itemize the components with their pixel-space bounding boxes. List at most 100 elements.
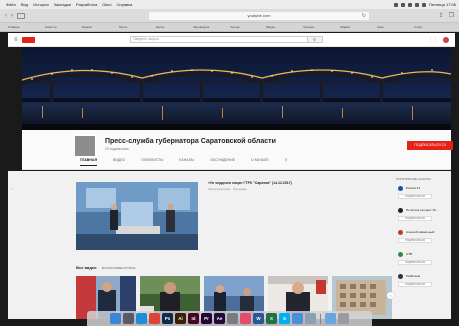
bookmark-item[interactable]: Спорт [414, 25, 451, 29]
status-icon[interactable] [394, 2, 399, 7]
word-icon[interactable]: W [253, 313, 264, 324]
bookmark-item[interactable]: Музыка [303, 25, 340, 29]
section-title-text: Все видео [76, 265, 97, 270]
aftereffects-icon[interactable]: Ae [214, 313, 225, 324]
featured-video-meta: 116 просмотров · Год назад [208, 187, 247, 191]
channel-icon[interactable] [398, 252, 403, 257]
channel-link[interactable]: Алексей Навальный [406, 230, 434, 234]
channel-icon[interactable] [398, 230, 403, 235]
bookmark-item[interactable]: Карты [156, 25, 193, 29]
channel-recommendation: ОТВ ПОДПИСАТЬСЯ [396, 251, 451, 273]
menu-item[interactable]: История [33, 2, 49, 7]
sidebar-title: ПОПУЛЯРНЫЕ КАНАЛЫ [396, 177, 431, 181]
wifi-icon[interactable] [415, 2, 420, 7]
chrome-icon[interactable] [149, 313, 160, 324]
bookmark-item[interactable]: Кино [377, 25, 414, 29]
premiere-icon[interactable]: Pr [201, 313, 212, 324]
channel-banner [22, 48, 451, 130]
menu-item[interactable]: Справка [117, 2, 133, 7]
popular-channels: ПОПУЛЯРНЫЕ КАНАЛЫ Россия 24 ПОДПИСАТЬСЯ … [396, 177, 451, 295]
tabs-icon[interactable]: ❐ [449, 12, 454, 19]
tab-about[interactable]: О КАНАЛЕ [251, 158, 269, 166]
forward-icon[interactable]: › [11, 13, 13, 19]
bookmark-item[interactable]: Почта [119, 25, 156, 29]
menu-icon[interactable]: ≡ [14, 37, 18, 43]
banner-bridge-image [22, 69, 451, 130]
subscribe-button[interactable]: ПОДПИСАТЬСЯ [398, 260, 432, 265]
status-icon[interactable] [401, 2, 406, 7]
section-title: Все видео ВОСПРОИЗВЕСТИ ВСЕ [76, 265, 135, 270]
status-icon[interactable] [408, 2, 413, 7]
channel-search-icon[interactable]: ⚲ [285, 158, 288, 166]
tab-home[interactable]: ГЛАВНАЯ [80, 158, 97, 166]
dock: Ps Ai Id Pr Ae W X S [87, 311, 372, 326]
bookmark-item[interactable]: Новости [45, 25, 82, 29]
search-icon: ⚲ [313, 37, 316, 42]
channel-recommendation: Россия 24 ПОДПИСАТЬСЯ [396, 185, 451, 207]
tab-channels[interactable]: КАНАЛЫ [179, 158, 194, 166]
subscribe-button[interactable]: ПОДПИСАТЬСЯ [398, 194, 432, 199]
avatar[interactable] [443, 36, 449, 43]
clock[interactable]: Пятница 17:06 [429, 2, 456, 7]
channel-link[interactable]: Политика сегодня: Ро... [406, 208, 439, 212]
dock-separator [320, 313, 321, 324]
subscribe-button[interactable]: ПОДПИСАТЬСЯ 23 [407, 141, 453, 150]
play-all-link[interactable]: ВОСПРОИЗВЕСТИ ВСЕ [102, 266, 136, 270]
chevron-left-icon[interactable]: ‹ [12, 186, 13, 191]
subscribe-button[interactable]: ПОДПИСАТЬСЯ [398, 282, 432, 287]
bookmark-item[interactable]: Переводчик [193, 25, 230, 29]
search-button[interactable]: ⚲ [307, 36, 323, 43]
address-bar[interactable]: youtube.com ↻ [149, 11, 369, 20]
channel-link[interactable]: PoliRussia [406, 274, 420, 278]
folder-icon[interactable] [325, 313, 336, 324]
mail-icon[interactable] [292, 313, 303, 324]
tab-discussion[interactable]: ОБСУЖДЕНИЕ [210, 158, 235, 166]
bookmark-item[interactable]: Видео [266, 25, 303, 29]
subscribe-button[interactable]: ПОДПИСАТЬСЯ [398, 216, 432, 221]
trash-icon[interactable] [338, 313, 349, 324]
share-icon[interactable]: ⇪ [439, 12, 444, 19]
battery-icon[interactable] [422, 2, 427, 7]
channel-icon[interactable] [398, 274, 403, 279]
safari-icon[interactable] [136, 313, 147, 324]
search-input[interactable]: Введите запрос [129, 36, 308, 43]
shelf-next-button[interactable]: › [387, 292, 394, 299]
excel-icon[interactable]: X [266, 313, 277, 324]
subscribe-button[interactable]: ПОДПИСАТЬСЯ [398, 238, 432, 243]
launchpad-icon[interactable] [123, 313, 134, 324]
back-icon[interactable]: ‹ [5, 13, 7, 19]
bookmark-item[interactable]: Погода [230, 25, 267, 29]
illustrator-icon[interactable]: Ai [175, 313, 186, 324]
skype-icon[interactable]: S [279, 313, 290, 324]
channel-tabs: ГЛАВНАЯ ВИДЕО ПЛЕЙЛИСТЫ КАНАЛЫ ОБСУЖДЕНИ… [80, 158, 287, 166]
tab-videos[interactable]: ВИДЕО [113, 158, 125, 166]
menu-item[interactable]: Вид [21, 2, 28, 7]
channel-link[interactable]: ОТВ [406, 252, 412, 256]
indesign-icon[interactable]: Id [188, 313, 199, 324]
menu-item[interactable]: Разработка [76, 2, 97, 7]
apps-icon[interactable]: ⋮⋮ [428, 37, 438, 43]
menu-item[interactable]: Окно [102, 2, 111, 7]
itunes-icon[interactable] [240, 313, 251, 324]
photoshop-icon[interactable]: Ps [162, 313, 173, 324]
featured-video-title[interactable]: «Ул чердного лица» ГТРК "Саратов" (14.12… [208, 181, 292, 185]
menu-item[interactable]: Закладки [54, 2, 71, 7]
channel-icon[interactable] [398, 208, 403, 213]
bookmark-item[interactable]: Маркет [340, 25, 377, 29]
settings-icon[interactable] [227, 313, 238, 324]
youtube-logo-icon[interactable] [21, 36, 35, 43]
os-menu-bar: Файл Вид История Закладки Разработка Окн… [0, 0, 459, 9]
finder-icon[interactable] [110, 313, 121, 324]
tab-playlists[interactable]: ПЛЕЙЛИСТЫ [141, 158, 163, 166]
reload-icon[interactable]: ↻ [362, 12, 366, 20]
featured-video-thumbnail[interactable] [76, 182, 198, 250]
channel-avatar[interactable] [74, 135, 96, 157]
menu-item[interactable]: Файл [6, 2, 16, 7]
channel-icon[interactable] [398, 186, 403, 191]
bookmark-item[interactable]: Яндекс [82, 25, 119, 29]
bookmark-item[interactable]: Главная [8, 25, 45, 29]
channel-link[interactable]: Россия 24 [406, 186, 420, 190]
channel-name: Пресс-служба губернатора Саратовской обл… [105, 138, 276, 145]
preview-icon[interactable] [305, 313, 316, 324]
sidebar-toggle-icon[interactable] [17, 12, 25, 19]
